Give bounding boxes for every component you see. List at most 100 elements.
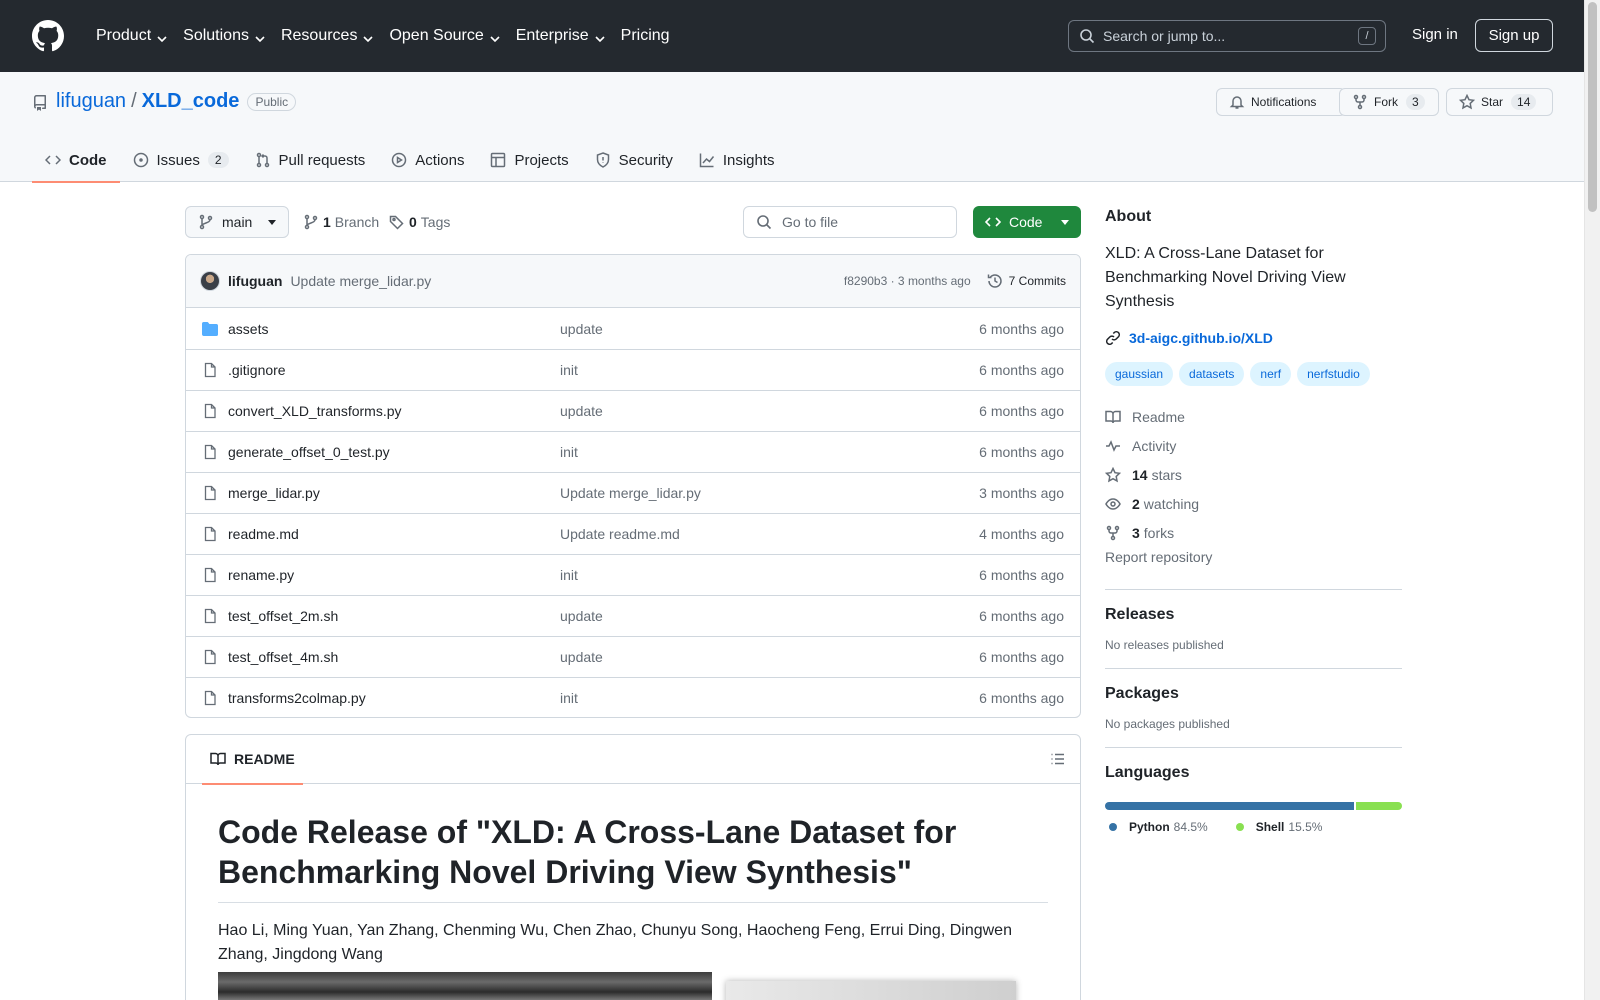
tab-security[interactable]: Security [582, 138, 686, 182]
file-commit-message-link[interactable]: update [560, 403, 979, 419]
readme-content: Code Release of "XLD: A Cross-Lane Datas… [186, 784, 1080, 967]
nav-open-source[interactable]: Open Source [381, 18, 507, 54]
tab-pull-requests[interactable]: Pull requests [242, 138, 379, 182]
file-name-link[interactable]: rename.py [228, 567, 560, 583]
file-name-link[interactable]: convert_XLD_transforms.py [228, 403, 560, 419]
table-icon [491, 152, 506, 168]
file-row[interactable]: generate_offset_0_test.py init 6 months ag… [186, 431, 1080, 472]
book-icon [1105, 410, 1121, 423]
file-name-link[interactable]: .gitignore [228, 362, 560, 378]
star-button[interactable]: Star 14 [1446, 88, 1553, 116]
file-row[interactable]: merge_lidar.py Update merge_lidar.py 3 mon… [186, 472, 1080, 513]
search-icon [1079, 28, 1095, 44]
file-row[interactable]: test_offset_2m.sh update 6 months ago [186, 595, 1080, 636]
activity-link[interactable]: Activity [1105, 431, 1402, 460]
nav-solutions[interactable]: Solutions [175, 18, 273, 54]
file-icon [202, 526, 218, 542]
language-item[interactable]: Shell 15.5% [1232, 820, 1323, 834]
go-to-file-input[interactable]: Go to file [743, 206, 957, 238]
topic-tag[interactable]: nerf [1250, 362, 1292, 386]
avatar[interactable] [200, 271, 220, 291]
report-repository-link[interactable]: Report repository [1105, 549, 1402, 573]
nav-pricing[interactable]: Pricing [613, 18, 678, 54]
nav-product[interactable]: Product [88, 18, 175, 54]
branches-link[interactable]: 1 Branch [303, 214, 379, 230]
file-commit-date: 6 months ago [979, 649, 1064, 665]
file-commit-date: 4 months ago [979, 526, 1064, 542]
commit-hash-time[interactable]: f8290b3 · 3 months ago [844, 274, 971, 288]
tab-actions[interactable]: Actions [378, 138, 477, 182]
file-commit-message-link[interactable]: update [560, 649, 979, 665]
language-bar-segment [1356, 802, 1402, 810]
readme-image [726, 981, 1016, 1000]
tab-insights[interactable]: Insights [686, 138, 788, 182]
file-name-link[interactable]: transforms2colmap.py [228, 690, 560, 706]
homepage-link[interactable]: 3d-aigc.github.io/XLD [1105, 330, 1402, 346]
file-commit-message-link[interactable]: Update merge_lidar.py [560, 485, 979, 501]
file-row[interactable]: rename.py init 6 months ago [186, 554, 1080, 595]
repo-sidebar: About XLD: A Cross-Lane Dataset for Benc… [1105, 208, 1402, 834]
tab-code[interactable]: Code [32, 138, 120, 183]
file-commit-message-link[interactable]: Update readme.md [560, 526, 979, 542]
scrollbar-thumb[interactable] [1588, 2, 1597, 212]
file-row[interactable]: test_offset_4m.sh update 6 months ago [186, 636, 1080, 677]
language-percent: 15.5% [1288, 820, 1323, 834]
language-percent: 84.5% [1173, 820, 1208, 834]
file-name-link[interactable]: readme.md [228, 526, 560, 542]
history-icon [987, 274, 1002, 288]
tags-link[interactable]: 0 Tags [389, 214, 450, 230]
file-commit-message-link[interactable]: init [560, 690, 979, 706]
nav-resources[interactable]: Resources [273, 18, 381, 54]
file-name-link[interactable]: assets [228, 321, 560, 337]
fork-button[interactable]: Fork 3 [1339, 88, 1439, 116]
nav-enterprise[interactable]: Enterprise [508, 18, 613, 54]
commits-history-link[interactable]: 7 Commits [987, 273, 1066, 289]
file-commit-message-link[interactable]: init [560, 567, 979, 583]
topic-tag[interactable]: nerfstudio [1297, 362, 1370, 386]
commit-message-link[interactable]: Update merge_lidar.py [290, 273, 431, 289]
star-icon [1105, 466, 1121, 482]
file-row[interactable]: readme.md Update readme.md 4 months ago [186, 513, 1080, 554]
forks-link[interactable]: 3 forks [1105, 518, 1402, 547]
file-row[interactable]: convert_XLD_transforms.py update 6 months … [186, 390, 1080, 431]
topic-tag[interactable]: gaussian [1105, 362, 1174, 386]
file-name-link[interactable]: test_offset_2m.sh [228, 608, 560, 624]
repo-name-link[interactable]: XLD_code [142, 90, 240, 113]
file-icon [202, 362, 218, 378]
readme-link[interactable]: Readme [1105, 402, 1402, 431]
branch-selector[interactable]: main [185, 206, 289, 238]
commit-author-link[interactable]: lifuguan [228, 273, 282, 289]
file-name-link[interactable]: test_offset_4m.sh [228, 649, 560, 665]
github-logo-icon[interactable] [32, 20, 64, 52]
file-commit-message-link[interactable]: init [560, 444, 979, 460]
file-name-link[interactable]: generate_offset_0_test.py [228, 444, 560, 460]
tab-issues[interactable]: Issues 2 [120, 138, 242, 182]
repo-owner-link[interactable]: lifuguan [56, 90, 126, 113]
file-name-link[interactable]: merge_lidar.py [228, 485, 560, 501]
file-row[interactable]: transforms2colmap.py init 6 months ago [186, 677, 1080, 717]
topic-tag[interactable]: datasets [1179, 362, 1245, 386]
outline-list-icon[interactable] [1050, 751, 1066, 767]
language-item[interactable]: Python 84.5% [1105, 820, 1208, 834]
file-commit-message-link[interactable]: update [560, 321, 979, 337]
file-row[interactable]: .gitignore init 6 months ago [186, 349, 1080, 390]
stars-link[interactable]: 14 stars [1105, 460, 1402, 489]
notifications-button[interactable]: Notifications [1216, 88, 1346, 116]
language-color-dot [1235, 823, 1244, 831]
watchers-link[interactable]: 2 watching [1105, 489, 1402, 518]
file-commit-message-link[interactable]: init [560, 362, 979, 378]
code-dropdown-button[interactable]: Code [973, 206, 1081, 238]
file-row[interactable]: assets update 6 months ago [186, 308, 1080, 349]
sign-up-button[interactable]: Sign up [1475, 19, 1553, 52]
topics-list: gaussian datasets nerf nerfstudio [1105, 362, 1402, 386]
file-commit-message-link[interactable]: update [560, 608, 979, 624]
releases-heading[interactable]: Releases [1105, 606, 1402, 624]
packages-heading[interactable]: Packages [1105, 685, 1402, 703]
tab-projects[interactable]: Projects [477, 138, 581, 182]
file-icon [202, 567, 218, 583]
search-input[interactable]: Search or jump to... / [1068, 20, 1386, 52]
file-commit-date: 6 months ago [979, 567, 1064, 583]
chevron-down-icon [157, 31, 167, 43]
readme-tab[interactable]: README [202, 735, 303, 785]
sign-in-link[interactable]: Sign in [1412, 26, 1458, 43]
